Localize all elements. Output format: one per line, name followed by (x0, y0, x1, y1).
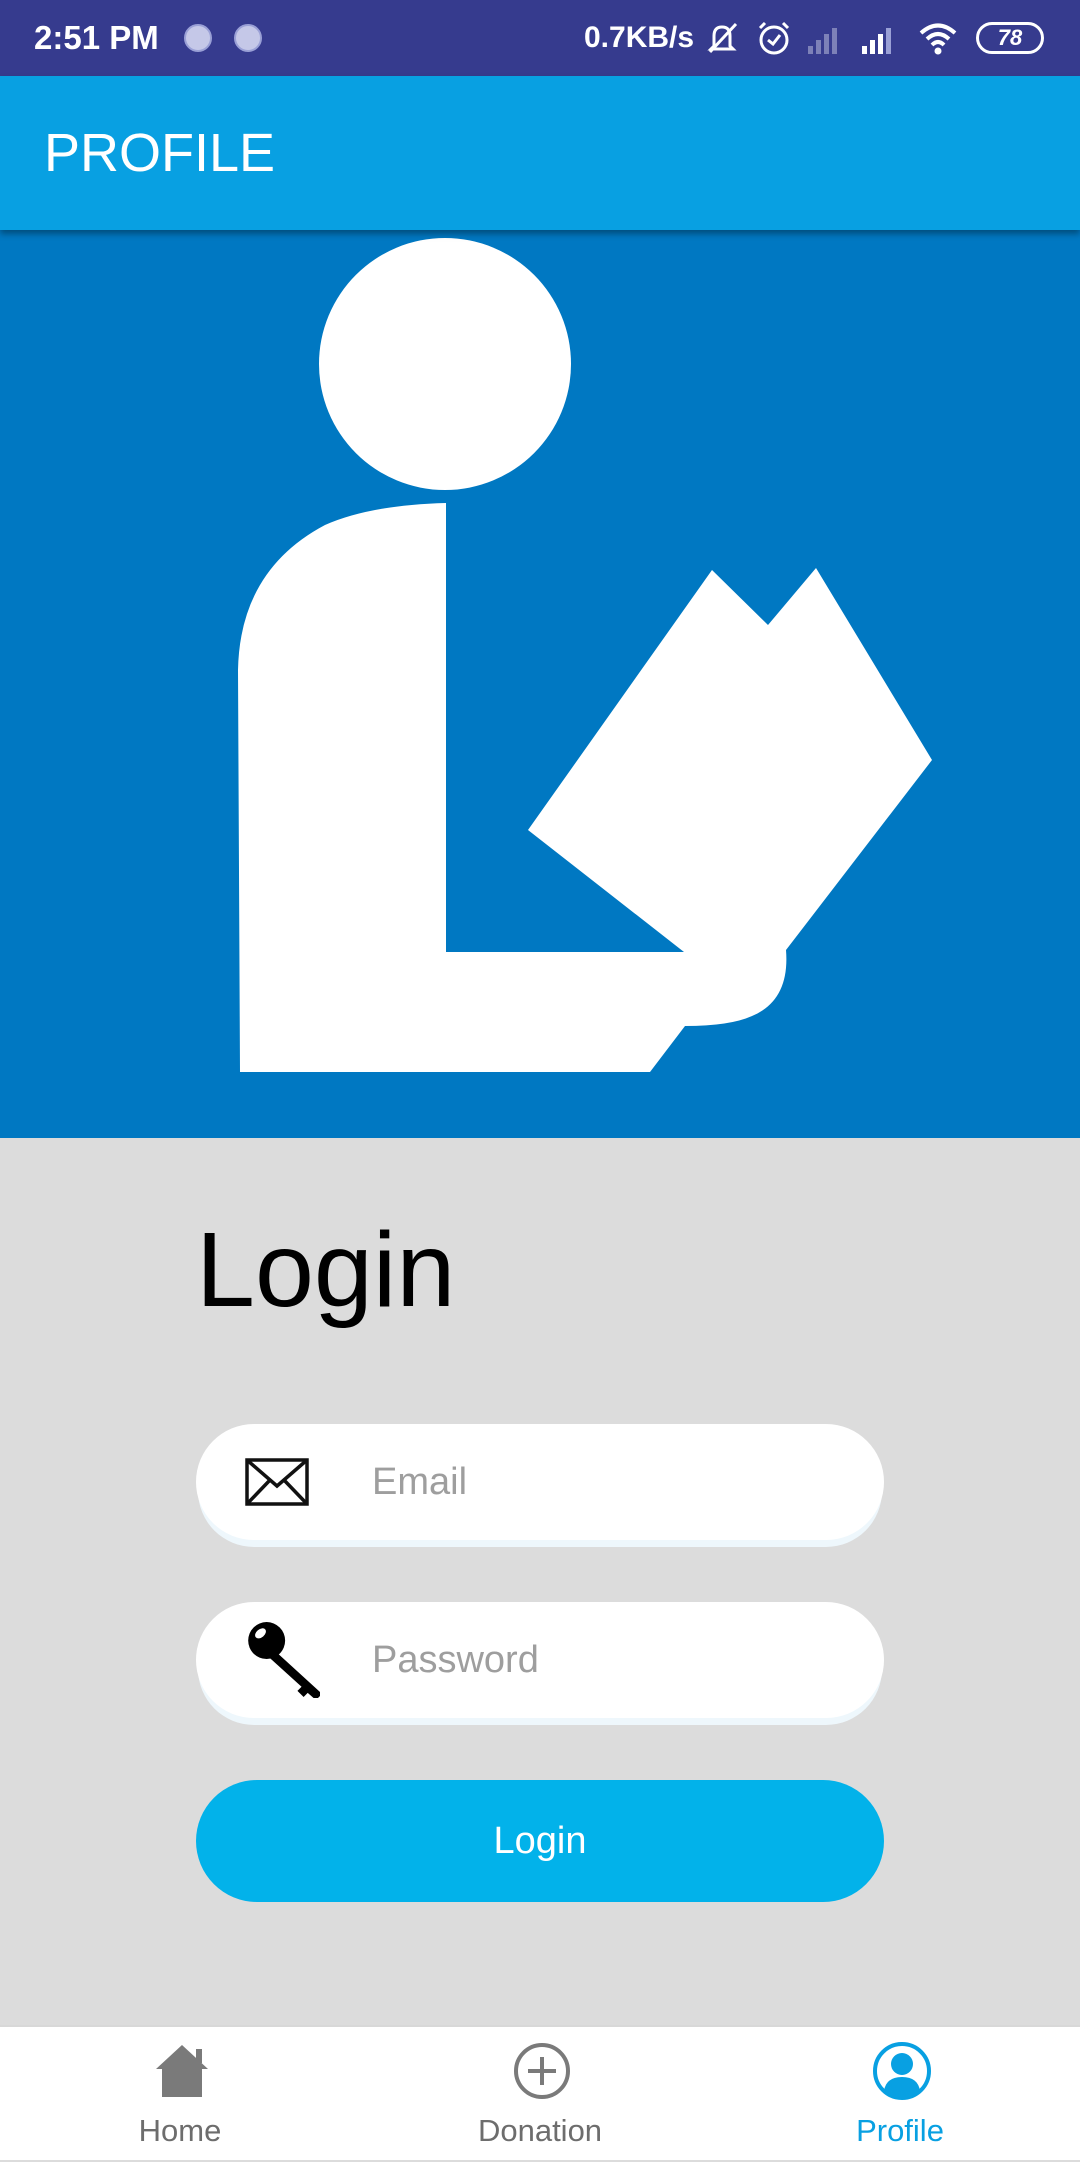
sync-dot-icon (184, 24, 212, 52)
bottom-navigation: Home Donation Profile (0, 2025, 1080, 2160)
nav-item-donation[interactable]: Donation (360, 2027, 720, 2162)
password-field[interactable] (196, 1602, 884, 1718)
network-speed: 0.7KB/s (584, 21, 695, 54)
wifi-icon (919, 23, 957, 55)
login-title: Login (196, 1211, 456, 1329)
profile-icon (873, 2042, 931, 2100)
nav-label-profile: Profile (856, 2113, 944, 2148)
nav-item-profile[interactable]: Profile (720, 2027, 1080, 2162)
nav-item-home[interactable]: Home (0, 2027, 360, 2162)
home-icon (156, 2045, 208, 2097)
sync-dot-icon (234, 24, 262, 52)
login-button[interactable]: Login (196, 1780, 884, 1902)
page-title: PROFILE (44, 123, 276, 183)
battery-icon: 78 (976, 22, 1044, 54)
app-bar: PROFILE (0, 76, 1080, 230)
alarm-icon (758, 21, 790, 55)
signal-icon (862, 28, 891, 54)
envelope-icon (245, 1458, 309, 1506)
nav-label-home: Home (138, 2113, 222, 2148)
key-icon (248, 1622, 320, 1698)
email-input[interactable] (372, 1424, 852, 1540)
add-circle-icon (514, 2043, 570, 2099)
nav-label-donation: Donation (477, 2113, 603, 2148)
mute-icon (707, 22, 738, 54)
reader-with-book-icon (238, 238, 932, 1072)
email-field[interactable] (196, 1424, 884, 1540)
hero-banner (0, 230, 1080, 1138)
password-input[interactable] (372, 1602, 852, 1718)
signal-none-icon (808, 28, 837, 54)
status-time: 2:51 PM (34, 19, 159, 56)
status-bar: 2:51 PM 0.7KB/s 78 (0, 0, 1080, 76)
